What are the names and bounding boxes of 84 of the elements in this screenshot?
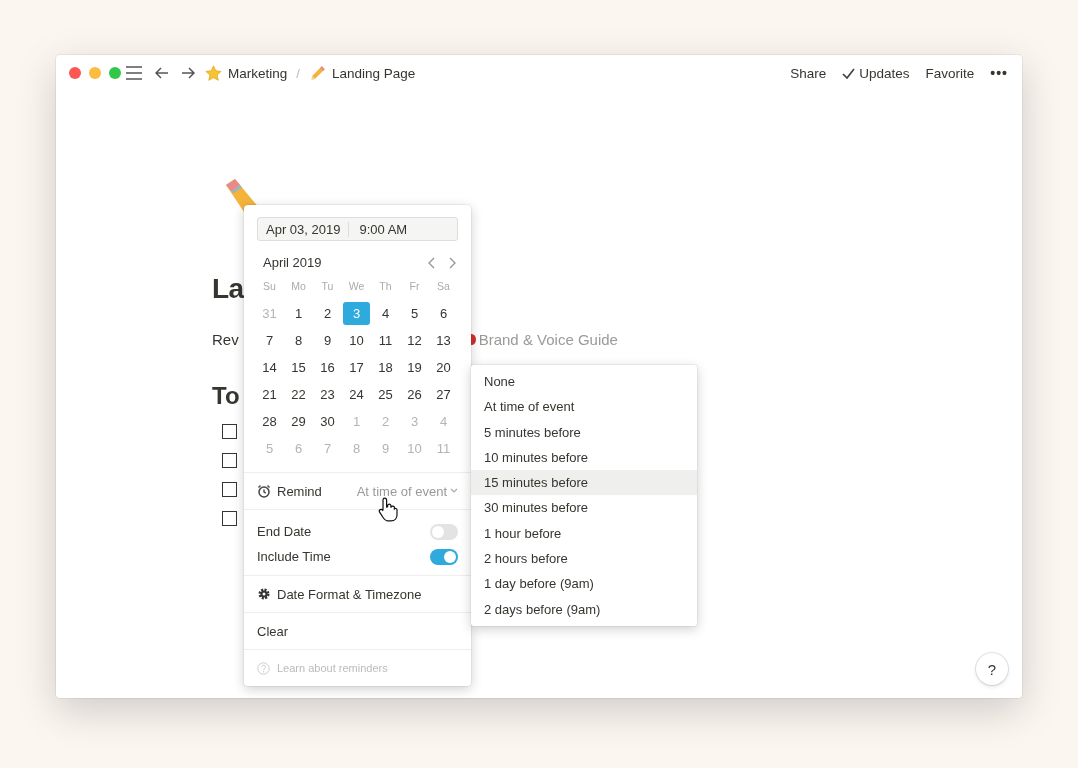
breadcrumb-link[interactable]: Landing Page [331,65,416,81]
page-text: Rev [212,331,239,348]
menu-icon[interactable] [125,66,143,80]
calendar-day[interactable]: 23 [314,383,341,406]
calendar-day[interactable]: 5 [401,302,428,325]
next-month-icon[interactable] [447,256,457,269]
more-options-button[interactable]: ••• [990,65,1008,81]
calendar-day[interactable]: 18 [372,356,399,379]
toggle-switch[interactable] [430,548,458,565]
topbar-action[interactable]: Share [790,65,827,81]
help-icon [257,661,270,675]
weekday-label: We [347,280,366,294]
calendar-day[interactable]: 17 [343,356,370,379]
calendar-day[interactable]: 1 [285,302,312,325]
breadcrumb-separator: / [296,65,300,81]
weekday-label: Sa [436,280,451,294]
menu-item[interactable]: None [471,369,697,395]
previous-month-icon[interactable] [427,256,437,269]
todo-checkbox[interactable] [222,453,237,468]
toggle-label: End Date [257,524,312,539]
weekday-label: Su [262,280,277,294]
calendar-day[interactable]: 7 [256,329,283,352]
caret-icon [450,488,458,494]
settings-icon [257,587,271,601]
menu-item[interactable]: 5 minutes before [471,419,697,445]
calendar-day[interactable]: 19 [401,356,428,379]
check-icon [842,67,856,79]
month-label: April 2019 [263,255,322,270]
maximize-dot[interactable] [109,67,121,79]
calendar-day[interactable]: 11 [372,329,399,352]
calendar-day[interactable]: 24 [343,383,370,406]
close-dot[interactable] [69,67,81,79]
calendar-day[interactable]: 12 [401,329,428,352]
calendar-day[interactable]: 8 [285,329,312,352]
calendar-day[interactable]: 30 [314,410,341,433]
menu-item[interactable]: 1 day before (9am) [471,571,697,597]
topbar-action[interactable]: Favorite [925,65,975,81]
hand-cursor-icon [376,497,398,523]
date-time-field[interactable]: Apr 03, 2019 9:00 AM [257,217,458,241]
clear-option[interactable]: Clear [244,612,471,649]
calendar-day[interactable]: 29 [285,410,312,433]
calendar-day[interactable]: 21 [256,383,283,406]
help-button[interactable]: ? [976,653,1008,685]
menu-item[interactable]: 15 minutes before [471,470,697,496]
topbar-action[interactable]: Updates [842,65,910,81]
back-arrow-icon[interactable] [155,67,169,79]
calendar-day[interactable]: 6 [430,302,457,325]
weekday-label: Th [378,280,393,294]
toggle-switch[interactable] [430,523,458,540]
calendar-day[interactable]: 20 [430,356,457,379]
calendar-day[interactable]: 26 [401,383,428,406]
star-icon [205,64,222,82]
calendar-day[interactable]: 28 [256,410,283,433]
calendar-day[interactable]: 27 [430,383,457,406]
calendar-day[interactable]: 10 [343,329,370,352]
menu-item[interactable]: At time of event [471,394,697,420]
forward-arrow-icon[interactable] [181,67,195,79]
menu-item[interactable]: 2 days before (9am) [471,596,697,622]
toggle-label: Include Time [257,549,331,564]
menu-item[interactable]: 10 minutes before [471,444,697,471]
page-title: La [212,272,244,306]
menu-item[interactable]: 30 minutes before [471,495,697,521]
breadcrumb-link[interactable]: Marketing [228,65,288,81]
todo-checkbox[interactable] [222,511,237,526]
calendar-day[interactable]: 14 [256,356,283,379]
calendar-day[interactable]: 13 [430,329,457,352]
remind-label: Remind [277,483,322,499]
calendar-day[interactable]: 22 [285,383,312,406]
weekday-label: Tu [320,280,335,294]
calendar-day[interactable]: 9 [314,329,341,352]
section-heading: To [212,382,240,410]
weekday-label: Fr [408,280,421,294]
alarm-clock-icon [257,484,271,498]
menu-item[interactable]: 1 hour before [471,520,697,547]
calendar-day[interactable]: 25 [372,383,399,406]
minimize-dot[interactable] [89,67,101,79]
todo-checkbox[interactable] [222,482,237,497]
calendar-day[interactable]: 2 [314,302,341,325]
calendar-day[interactable]: 4 [372,302,399,325]
calendar-day[interactable]: 16 [314,356,341,379]
todo-checkbox[interactable] [222,424,237,439]
calendar-day[interactable]: 15 [285,356,312,379]
menu-item[interactable]: 2 hours before [471,546,697,572]
weekday-label: Mo [290,280,307,294]
